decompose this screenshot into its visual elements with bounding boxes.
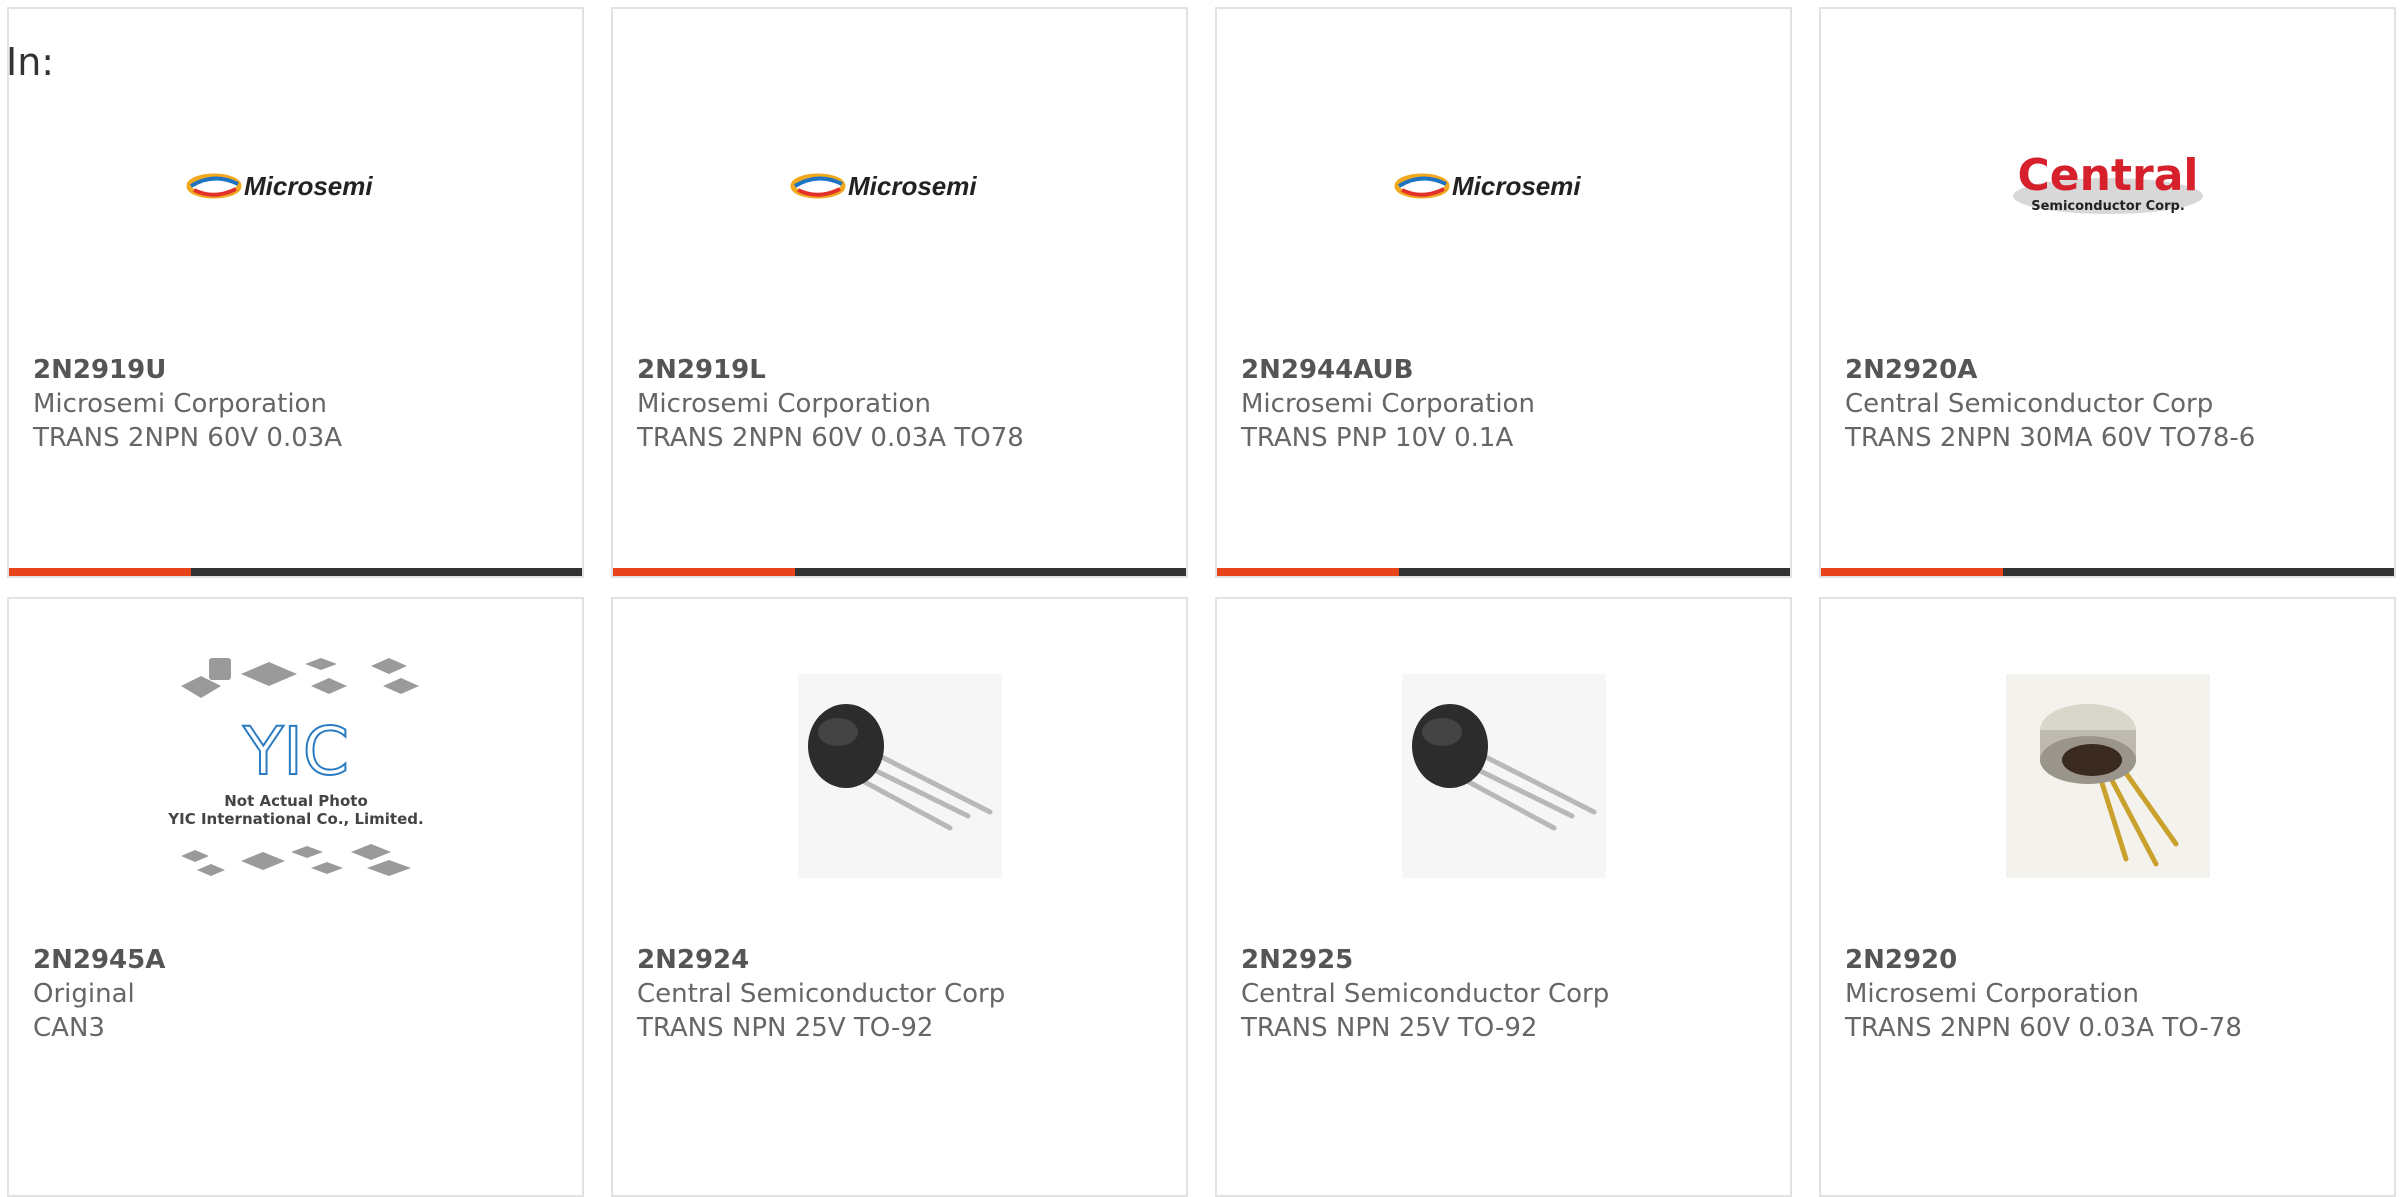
manufacturer: Microsemi Corporation — [637, 389, 931, 419]
product-card[interactable]: 2N2924 Central Semiconductor Corp TRANS … — [611, 597, 1188, 1197]
svg-text:Microsemi: Microsemi — [244, 171, 373, 201]
product-card[interactable]: 2N2925 Central Semiconductor Corp TRANS … — [1215, 597, 1792, 1197]
product-card[interactable]: Central Semiconductor Corp. 2N2920A Cent… — [1819, 7, 2396, 578]
product-info: 2N2944AUB Microsemi Corporation TRANS PN… — [1241, 353, 1535, 455]
filter-label: In: — [6, 40, 55, 84]
part-number[interactable]: 2N2920 — [1845, 943, 2242, 977]
manufacturer: Microsemi Corporation — [33, 389, 327, 419]
svg-text:Microsemi: Microsemi — [1452, 171, 1581, 201]
card-bar — [613, 568, 1186, 576]
product-info: 2N2945A Original CAN3 — [33, 943, 165, 1045]
product-info: 2N2920A Central Semiconductor Corp TRANS… — [1845, 353, 2255, 455]
description: CAN3 — [33, 1013, 105, 1043]
description: TRANS NPN 25V TO-92 — [637, 1013, 934, 1043]
manufacturer: Central Semiconductor Corp — [1845, 389, 2214, 419]
card-bar — [1217, 568, 1790, 576]
description: TRANS 2NPN 60V 0.03A TO-78 — [1845, 1013, 2242, 1043]
product-info: 2N2925 Central Semiconductor Corp TRANS … — [1241, 943, 1609, 1045]
description: TRANS 2NPN 30MA 60V TO78-6 — [1845, 423, 2256, 453]
svg-text:Microsemi: Microsemi — [848, 171, 977, 201]
part-number[interactable]: 2N2919L — [637, 353, 1024, 387]
svg-text:Not Actual Photo: Not Actual Photo — [224, 792, 368, 810]
part-number[interactable]: 2N2945A — [33, 943, 165, 977]
description: TRANS 2NPN 60V 0.03A — [33, 423, 343, 453]
microsemi-logo: Microsemi — [1217, 61, 1790, 311]
not-actual-photo-placeholder: YIC Not Actual Photo YIC International C… — [9, 651, 582, 901]
manufacturer: Central Semiconductor Corp — [637, 979, 1006, 1009]
product-card[interactable]: YIC Not Actual Photo YIC International C… — [7, 597, 584, 1197]
manufacturer: Central Semiconductor Corp — [1241, 979, 1610, 1009]
product-card[interactable]: Microsemi 2N2944AUB Microsemi Corporatio… — [1215, 7, 1792, 578]
part-number[interactable]: 2N2944AUB — [1241, 353, 1535, 387]
to92-transistor-photo — [613, 651, 1186, 901]
svg-text:YIC International Co., Limited: YIC International Co., Limited. — [167, 810, 423, 828]
to92-transistor-photo — [1217, 651, 1790, 901]
product-info: 2N2919L Microsemi Corporation TRANS 2NPN… — [637, 353, 1024, 455]
part-number[interactable]: 2N2919U — [33, 353, 342, 387]
microsemi-logo: Microsemi — [613, 61, 1186, 311]
svg-text:Central: Central — [2017, 150, 2198, 201]
description: TRANS NPN 25V TO-92 — [1241, 1013, 1538, 1043]
product-card[interactable]: 2N2920 Microsemi Corporation TRANS 2NPN … — [1819, 597, 2396, 1197]
card-bar — [9, 568, 582, 576]
manufacturer: Original — [33, 979, 135, 1009]
part-number[interactable]: 2N2924 — [637, 943, 1005, 977]
to78-metal-can-photo — [1821, 651, 2394, 901]
svg-text:YIC: YIC — [242, 713, 349, 790]
description: TRANS 2NPN 60V 0.03A TO78 — [637, 423, 1024, 453]
microsemi-logo: Microsemi — [9, 61, 582, 311]
product-info: 2N2920 Microsemi Corporation TRANS 2NPN … — [1845, 943, 2242, 1045]
svg-text:Semiconductor Corp.: Semiconductor Corp. — [2031, 199, 2185, 214]
manufacturer: Microsemi Corporation — [1241, 389, 1535, 419]
central-semiconductor-logo: Central Semiconductor Corp. — [1821, 61, 2394, 311]
card-bar — [1821, 568, 2394, 576]
part-number[interactable]: 2N2925 — [1241, 943, 1609, 977]
product-info: 2N2919U Microsemi Corporation TRANS 2NPN… — [33, 353, 342, 455]
product-card[interactable]: Microsemi 2N2919U Microsemi Corporation … — [7, 7, 584, 578]
product-info: 2N2924 Central Semiconductor Corp TRANS … — [637, 943, 1005, 1045]
manufacturer: Microsemi Corporation — [1845, 979, 2139, 1009]
part-number[interactable]: 2N2920A — [1845, 353, 2255, 387]
product-card[interactable]: Microsemi 2N2919L Microsemi Corporation … — [611, 7, 1188, 578]
description: TRANS PNP 10V 0.1A — [1241, 423, 1514, 453]
